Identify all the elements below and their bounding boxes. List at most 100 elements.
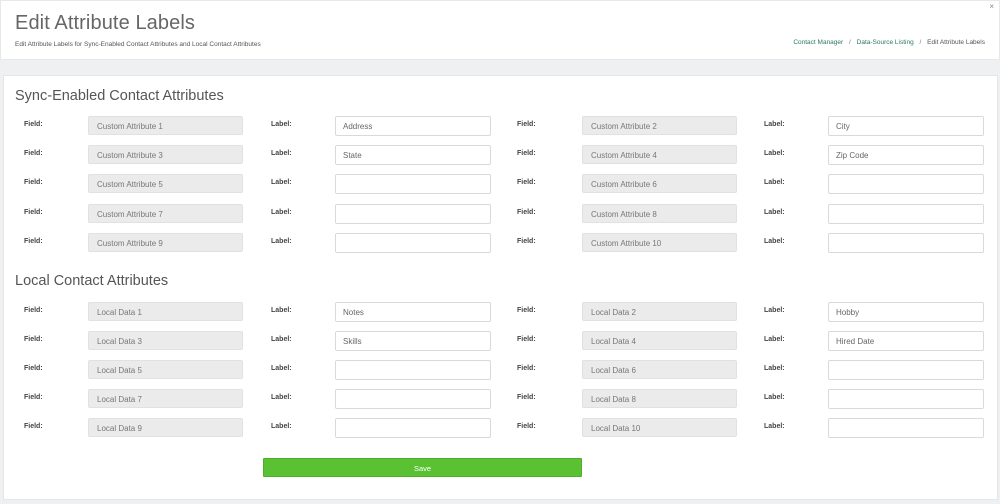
- field-caption: Field:: [24, 238, 43, 245]
- attribute-field-readonly: Custom Attribute 1: [88, 116, 243, 135]
- label-caption: Label:: [271, 307, 292, 314]
- field-caption: Field:: [24, 336, 43, 343]
- label-caption: Label:: [764, 423, 785, 430]
- field-caption: Field:: [517, 179, 536, 186]
- field-caption: Field:: [24, 365, 43, 372]
- save-button[interactable]: Save: [263, 458, 582, 477]
- label-caption: Label:: [764, 394, 785, 401]
- attribute-label-input[interactable]: [828, 331, 984, 351]
- label-caption: Label:: [764, 238, 785, 245]
- attribute-field-readonly: Custom Attribute 6: [582, 174, 737, 193]
- field-caption: Field:: [517, 150, 536, 157]
- label-caption: Label:: [271, 394, 292, 401]
- attribute-label-input[interactable]: [335, 418, 491, 438]
- label-caption: Label:: [271, 365, 292, 372]
- page-title: Edit Attribute Labels: [15, 12, 195, 34]
- label-caption: Label:: [271, 179, 292, 186]
- attribute-label-input[interactable]: [335, 116, 491, 136]
- label-caption: Label:: [271, 423, 292, 430]
- attribute-row: Field: Custom Attribute 9 Label: Field: Cust…: [4, 233, 997, 255]
- attribute-label-input[interactable]: [828, 145, 984, 165]
- attribute-field-readonly: Local Data 1: [88, 302, 243, 321]
- page-subtitle: Edit Attribute Labels for Sync-Enabled C…: [15, 41, 261, 48]
- attribute-label-input[interactable]: [828, 360, 984, 380]
- breadcrumb: Contact Manager / Data-Source Listing / …: [793, 39, 985, 46]
- field-caption: Field:: [517, 394, 536, 401]
- field-caption: Field:: [24, 121, 43, 128]
- breadcrumb-separator: /: [849, 39, 851, 46]
- attribute-label-input[interactable]: [335, 233, 491, 253]
- field-caption: Field:: [24, 423, 43, 430]
- field-caption: Field:: [517, 423, 536, 430]
- attribute-field-readonly: Custom Attribute 3: [88, 145, 243, 164]
- field-caption: Field:: [24, 179, 43, 186]
- attribute-label-input[interactable]: [335, 360, 491, 380]
- breadcrumb-contact-manager[interactable]: Contact Manager: [793, 39, 843, 46]
- section-title: Local Contact Attributes: [15, 273, 169, 289]
- attribute-field-readonly: Local Data 9: [88, 418, 243, 437]
- label-caption: Label:: [764, 179, 785, 186]
- label-caption: Label:: [764, 365, 785, 372]
- attribute-label-input[interactable]: [828, 302, 984, 322]
- attribute-row: Field: Local Data 5 Label: Field: Local Data…: [4, 360, 997, 382]
- close-icon[interactable]: ×: [989, 2, 994, 12]
- section-title: Sync-Enabled Contact Attributes: [15, 88, 224, 104]
- attribute-row: Field: Local Data 9 Label: Field: Local Data…: [4, 418, 997, 440]
- label-caption: Label:: [271, 336, 292, 343]
- field-caption: Field:: [24, 150, 43, 157]
- attribute-field-readonly: Local Data 10: [582, 418, 737, 437]
- attribute-field-readonly: Custom Attribute 7: [88, 204, 243, 223]
- label-caption: Label:: [271, 209, 292, 216]
- attribute-label-input[interactable]: [828, 174, 984, 194]
- attribute-field-readonly: Local Data 2: [582, 302, 737, 321]
- attribute-row: Field: Local Data 1 Label: Field: Local Data…: [4, 302, 997, 324]
- attribute-field-readonly: Custom Attribute 10: [582, 233, 737, 252]
- attribute-field-readonly: Local Data 4: [582, 331, 737, 350]
- attribute-label-input[interactable]: [828, 418, 984, 438]
- field-caption: Field:: [517, 121, 536, 128]
- attribute-label-input[interactable]: [335, 145, 491, 165]
- attribute-row: Field: Local Data 7 Label: Field: Local Data…: [4, 389, 997, 411]
- field-caption: Field:: [24, 307, 43, 314]
- field-caption: Field:: [517, 209, 536, 216]
- field-caption: Field:: [24, 209, 43, 216]
- attribute-label-input[interactable]: [335, 389, 491, 409]
- attribute-field-readonly: Local Data 8: [582, 389, 737, 408]
- attribute-label-input[interactable]: [828, 116, 984, 136]
- attribute-field-readonly: Custom Attribute 8: [582, 204, 737, 223]
- breadcrumb-data-source-listing[interactable]: Data-Source Listing: [857, 39, 914, 46]
- attribute-row: Field: Custom Attribute 3 Label: Field: Cust…: [4, 145, 997, 167]
- attribute-field-readonly: Custom Attribute 4: [582, 145, 737, 164]
- label-caption: Label:: [271, 121, 292, 128]
- attribute-label-input[interactable]: [335, 204, 491, 224]
- label-caption: Label:: [764, 336, 785, 343]
- field-caption: Field:: [24, 394, 43, 401]
- label-caption: Label:: [764, 307, 785, 314]
- field-caption: Field:: [517, 307, 536, 314]
- attribute-row: Field: Custom Attribute 1 Label: Field: Cust…: [4, 116, 997, 138]
- field-caption: Field:: [517, 238, 536, 245]
- attribute-label-input[interactable]: [335, 174, 491, 194]
- attribute-label-input[interactable]: [335, 331, 491, 351]
- attribute-row: Field: Local Data 3 Label: Field: Local Data…: [4, 331, 997, 353]
- attribute-field-readonly: Custom Attribute 5: [88, 174, 243, 193]
- attribute-label-input[interactable]: [828, 233, 984, 253]
- attribute-label-input[interactable]: [335, 302, 491, 322]
- breadcrumb-separator: /: [919, 39, 922, 46]
- field-caption: Field:: [517, 336, 536, 343]
- label-caption: Label:: [764, 150, 785, 157]
- attribute-label-input[interactable]: [828, 204, 984, 224]
- attribute-field-readonly: Local Data 6: [582, 360, 737, 379]
- attribute-field-readonly: Local Data 7: [88, 389, 243, 408]
- attribute-field-readonly: Local Data 3: [88, 331, 243, 350]
- label-caption: Label:: [271, 238, 292, 245]
- label-caption: Label:: [764, 209, 785, 216]
- attributes-card: Save Sync-Enabled Contact Attributes Fiel…: [3, 75, 998, 500]
- label-caption: Label:: [271, 150, 292, 157]
- label-caption: Label:: [764, 121, 785, 128]
- field-caption: Field:: [517, 365, 536, 372]
- attribute-field-readonly: Custom Attribute 2: [582, 116, 737, 135]
- attribute-row: Field: Custom Attribute 5 Label: Field: Cust…: [4, 174, 997, 196]
- page-header: Edit Attribute Labels Edit Attribute Lab…: [0, 0, 1000, 60]
- attribute-label-input[interactable]: [828, 389, 984, 409]
